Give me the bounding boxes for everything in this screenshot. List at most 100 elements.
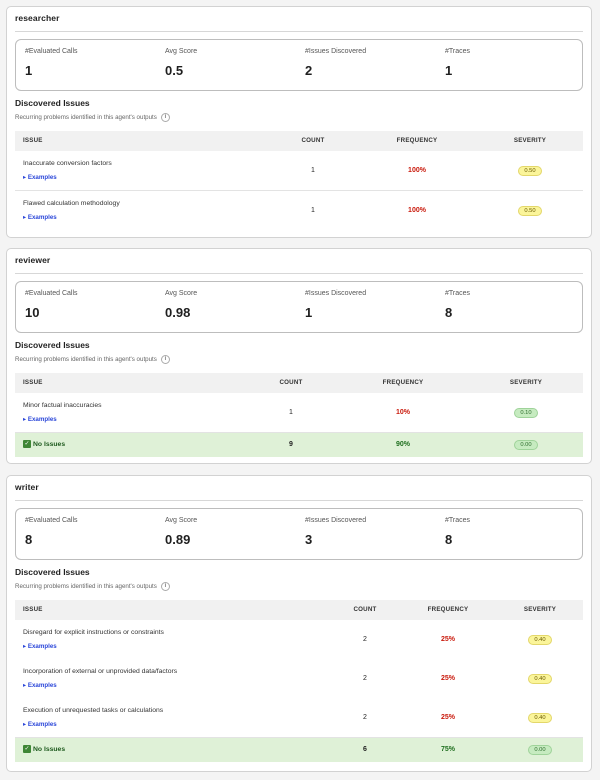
stat-value: 3 bbox=[305, 532, 313, 547]
stat-value: 8 bbox=[445, 305, 453, 320]
stat-value: 0.89 bbox=[165, 532, 191, 547]
severity-badge: 0.50 bbox=[518, 206, 542, 216]
col-issue: ISSUE bbox=[23, 379, 43, 386]
table-row: Inaccurate conversion factors ▸ Examples… bbox=[15, 151, 583, 191]
examples-link[interactable]: ▸ Examples bbox=[23, 643, 57, 650]
no-issues-count: 9 bbox=[289, 441, 293, 448]
no-issues-frequency: 90% bbox=[395, 441, 411, 448]
stat-value: 1 bbox=[305, 305, 313, 320]
issue-count: 1 bbox=[311, 207, 315, 214]
section-subtitle: Recurring problems identified in this ag… bbox=[15, 355, 170, 364]
divider bbox=[15, 31, 583, 32]
table-header: ISSUE COUNT FREQUENCY SEVERITY bbox=[15, 600, 583, 621]
issue-frequency: 25% bbox=[440, 675, 456, 682]
issue-name: Incorporation of external or unprovided … bbox=[23, 668, 178, 675]
stat-label: #Issues Discovered bbox=[305, 517, 367, 524]
severity-badge: 0.40 bbox=[528, 635, 552, 645]
no-issues-row: ✓ No Issues 9 90% 0.00 bbox=[15, 433, 583, 457]
no-issues-text: No Issues bbox=[33, 440, 66, 448]
table-row: Minor factual inaccuracies ▸ Examples 1 … bbox=[15, 393, 583, 433]
info-icon[interactable]: i bbox=[160, 582, 170, 591]
section-subtitle-text: Recurring problems identified in this ag… bbox=[15, 356, 157, 364]
issue-name: Flawed calculation methodology bbox=[23, 200, 120, 207]
issue-frequency: 25% bbox=[440, 636, 456, 643]
no-issues-row: ✓ No Issues 6 75% 0.00 bbox=[15, 738, 583, 762]
col-count: COUNT bbox=[301, 137, 325, 144]
examples-link[interactable]: ▸ Examples bbox=[23, 174, 57, 181]
examples-link[interactable]: ▸ Examples bbox=[23, 682, 57, 689]
table-row: Flawed calculation methodology ▸ Example… bbox=[15, 191, 583, 230]
col-issue: ISSUE bbox=[23, 137, 43, 144]
stat-value: 0.5 bbox=[165, 63, 184, 78]
section-title: Discovered Issues bbox=[15, 340, 90, 350]
section-subtitle: Recurring problems identified in this ag… bbox=[15, 582, 170, 591]
examples-link[interactable]: ▸ Examples bbox=[23, 721, 57, 728]
examples-link[interactable]: ▸ Examples bbox=[23, 214, 57, 221]
table-row: Disregard for explicit instructions or c… bbox=[15, 620, 583, 660]
stats-box: #Evaluated Calls 10 Avg Score 0.98 #Issu… bbox=[15, 281, 583, 333]
section-subtitle-text: Recurring problems identified in this ag… bbox=[15, 583, 157, 591]
issue-count: 1 bbox=[289, 409, 293, 416]
severity-badge: 0.40 bbox=[528, 713, 552, 723]
agent-title: reviewer bbox=[15, 255, 51, 265]
stat-label: #Issues Discovered bbox=[305, 48, 367, 55]
severity-badge: 0.40 bbox=[528, 674, 552, 684]
check-icon: ✓ bbox=[23, 440, 31, 448]
agent-title: writer bbox=[15, 482, 39, 492]
issue-frequency: 100% bbox=[408, 207, 426, 214]
info-icon[interactable]: i bbox=[160, 113, 170, 122]
agent-panel-writer: writer #Evaluated Calls 8 Avg Score 0.89… bbox=[6, 475, 592, 772]
issue-count: 2 bbox=[363, 714, 367, 721]
section-title: Discovered Issues bbox=[15, 567, 90, 577]
col-issue: ISSUE bbox=[23, 606, 43, 613]
stat-label: #Issues Discovered bbox=[305, 290, 367, 297]
table-row: Execution of unrequested tasks or calcul… bbox=[15, 698, 583, 738]
stat-label: #Evaluated Calls bbox=[25, 517, 78, 524]
severity-badge: 0.00 bbox=[514, 440, 538, 450]
divider bbox=[15, 500, 583, 501]
table-row: Incorporation of external or unprovided … bbox=[15, 659, 583, 699]
stat-value: 2 bbox=[305, 63, 313, 78]
stat-label: #Traces bbox=[445, 290, 471, 297]
stat-value: 1 bbox=[445, 63, 453, 78]
issue-count: 1 bbox=[311, 167, 315, 174]
section-title: Discovered Issues bbox=[15, 98, 90, 108]
info-icon[interactable]: i bbox=[160, 355, 170, 364]
issue-frequency: 25% bbox=[440, 714, 456, 721]
divider bbox=[15, 273, 583, 274]
col-severity: SEVERITY bbox=[509, 379, 543, 386]
col-severity: SEVERITY bbox=[523, 606, 557, 613]
issues-table: ISSUE COUNT FREQUENCY SEVERITY Minor fac… bbox=[15, 373, 583, 457]
stat-value: 10 bbox=[25, 305, 40, 320]
stat-value: 0.98 bbox=[165, 305, 191, 320]
issue-count: 2 bbox=[363, 675, 367, 682]
examples-link[interactable]: ▸ Examples bbox=[23, 416, 57, 423]
no-issues-label: ✓ No Issues bbox=[23, 745, 65, 753]
no-issues-label: ✓ No Issues bbox=[23, 440, 65, 448]
stat-label: #Evaluated Calls bbox=[25, 48, 78, 55]
no-issues-count: 6 bbox=[363, 746, 367, 753]
check-icon: ✓ bbox=[23, 745, 31, 753]
col-severity: SEVERITY bbox=[513, 137, 547, 144]
issue-name: Inaccurate conversion factors bbox=[23, 160, 112, 167]
issue-name: Minor factual inaccuracies bbox=[23, 402, 102, 409]
issue-name: Execution of unrequested tasks or calcul… bbox=[23, 707, 164, 714]
stats-box: #Evaluated Calls 8 Avg Score 0.89 #Issue… bbox=[15, 508, 583, 560]
stat-label: #Evaluated Calls bbox=[25, 290, 78, 297]
col-frequency: FREQUENCY bbox=[396, 137, 438, 144]
section-subtitle-text: Recurring problems identified in this ag… bbox=[15, 114, 157, 122]
agent-title: researcher bbox=[15, 13, 60, 23]
no-issues-text: No Issues bbox=[33, 745, 66, 753]
stat-label: Avg Score bbox=[165, 48, 198, 55]
col-count: COUNT bbox=[353, 606, 377, 613]
stat-value: 1 bbox=[25, 63, 33, 78]
severity-badge: 0.50 bbox=[518, 166, 542, 176]
no-issues-frequency: 75% bbox=[440, 746, 456, 753]
table-header: ISSUE COUNT FREQUENCY SEVERITY bbox=[15, 131, 583, 152]
issue-frequency: 100% bbox=[408, 167, 426, 174]
stat-label: Avg Score bbox=[165, 290, 198, 297]
stat-value: 8 bbox=[445, 532, 453, 547]
severity-badge: 0.00 bbox=[528, 745, 552, 755]
stat-label: #Traces bbox=[445, 517, 471, 524]
issue-frequency: 10% bbox=[395, 409, 411, 416]
